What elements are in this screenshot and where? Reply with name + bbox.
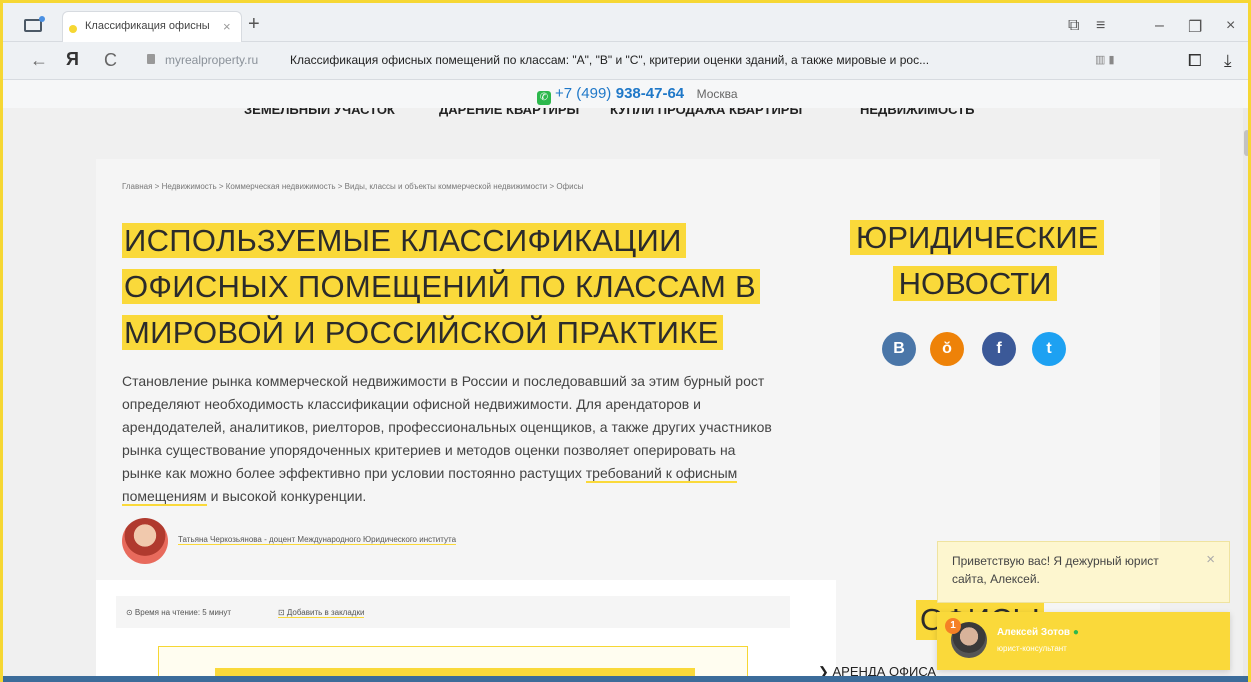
page-title: ИСПОЛЬЗУЕМЫЕ КЛАССИФИКАЦИИ ОФИСНЫХ ПОМЕЩЕ… (122, 218, 762, 356)
tab-title: Классификация офисны (85, 20, 210, 32)
consultant-name: Алексей Зотов ● (997, 627, 1079, 638)
address-bar: ← Я C myrealproperty.ru Классификация оф… (0, 42, 1251, 80)
title-line-2: ОФИСНЫХ ПОМЕЩЕНИЙ ПО КЛАССАМ В (122, 269, 760, 304)
maximize-button[interactable]: ❐ (1188, 17, 1202, 37)
tab-close-icon[interactable]: × (223, 19, 231, 34)
chat-message[interactable]: Приветствую вас! Я дежурный юрист сайта,… (937, 541, 1230, 603)
reader-icon[interactable]: ▥ ▮ (1095, 53, 1115, 66)
download-icon[interactable]: ⤓ (1224, 51, 1232, 71)
menu-icon[interactable]: ≡ (1096, 17, 1105, 35)
site-top-bar: ✆ +7 (499) 938-47-64 Москва (0, 80, 1251, 108)
meta-bar: ⊙ Время на чтение: 5 минут ⊡ Добавить в … (116, 596, 790, 628)
author-avatar (122, 518, 168, 564)
lead-paragraph: Становление рынка коммерческой недвижимо… (122, 370, 772, 508)
yandex-logo[interactable]: Я (66, 49, 79, 70)
sidebar-title-line-2: НОВОСТИ (892, 266, 1058, 301)
consultant-name-text: Алексей Зотов (997, 627, 1071, 638)
odnoklassniki-icon[interactable]: ŏ (930, 332, 964, 366)
tabs-icon[interactable] (24, 16, 45, 32)
main-menu: ЗЕМЕЛЬНЫЙ УЧАСТОК ДАРЕНИЕ КВАРТИРЫ КУПЛИ… (0, 108, 1251, 130)
browser-tab[interactable]: Классификация офисны × (62, 11, 242, 42)
phone-number: 938-47-64 (615, 85, 685, 102)
read-time: ⊙ Время на чтение: 5 минут (126, 608, 231, 617)
lock-icon (147, 54, 155, 64)
menu-item-realty[interactable]: НЕДВИЖИМОСТЬ (860, 108, 974, 121)
chat-launcher[interactable]: 1 Алексей Зотов ● юрист-консультант (937, 612, 1230, 670)
url-field[interactable]: myrealproperty.ru Классификация офисных … (135, 48, 1165, 74)
facebook-icon[interactable]: f (982, 332, 1016, 366)
scrollbar[interactable] (1243, 108, 1251, 682)
online-status-icon: ● (1072, 627, 1079, 638)
vk-icon[interactable]: В (882, 332, 916, 366)
menu-item-gift[interactable]: ДАРЕНИЕ КВАРТИРЫ (439, 108, 579, 121)
title-line-3: МИРОВОЙ И РОССИЙСКОЙ ПРАКТИКЕ (122, 315, 723, 350)
reload-button[interactable]: C (104, 50, 117, 71)
author-link[interactable]: Татьяна Черкозьянова - доцент Международ… (178, 535, 457, 545)
url-page-title: Классификация офисных помещений по класс… (290, 53, 930, 67)
sidebar-title: ЮРИДИЧЕСКИЕ НОВОСТИ (850, 215, 1105, 307)
chat-message-text: Приветствую вас! Я дежурный юрист сайта,… (952, 554, 1159, 586)
twitter-icon[interactable]: t (1032, 332, 1066, 366)
protect-icon[interactable]: ⧉ (1068, 17, 1079, 35)
phone-block[interactable]: ✆ +7 (499) 938-47-64 Москва (537, 85, 738, 105)
phone-icon: ✆ (537, 91, 551, 105)
sidebar-title-line-1: ЮРИДИЧЕСКИЕ (850, 220, 1105, 255)
lead-text-2: и высокой конкуренции. (206, 488, 367, 504)
close-window-button[interactable]: × (1226, 17, 1235, 35)
bookmark-button[interactable]: ⊡ Добавить в закладки (278, 608, 365, 618)
favicon-icon (69, 25, 77, 33)
unread-badge: 1 (945, 618, 961, 634)
protect-icon[interactable]: ⧠ (1188, 51, 1202, 71)
back-button[interactable]: ← (30, 50, 48, 71)
new-tab-button[interactable]: + (248, 13, 260, 36)
browser-tab-bar: Классификация офисны × + ⧉ ≡ – ❐ × (0, 0, 1251, 42)
phone-code: +7 (499) (555, 85, 612, 102)
consultant-role: юрист-консультант (997, 644, 1067, 653)
city-label: Москва (696, 87, 738, 101)
minimize-button[interactable]: – (1155, 17, 1164, 35)
breadcrumb[interactable]: Главная > Недвижимость > Коммерческая не… (122, 182, 583, 191)
menu-item-buy-sell[interactable]: КУПЛИ ПРОДАЖА КВАРТИРЫ (610, 108, 802, 121)
taskbar (0, 676, 1251, 682)
url-domain: myrealproperty.ru (165, 53, 259, 67)
scrollbar-thumb[interactable] (1244, 130, 1250, 156)
chat-close-icon[interactable]: × (1206, 551, 1215, 568)
title-line-1: ИСПОЛЬЗУЕМЫЕ КЛАССИФИКАЦИИ (122, 223, 686, 258)
menu-item-land[interactable]: ЗЕМЕЛЬНЫЙ УЧАСТОК (244, 108, 395, 121)
